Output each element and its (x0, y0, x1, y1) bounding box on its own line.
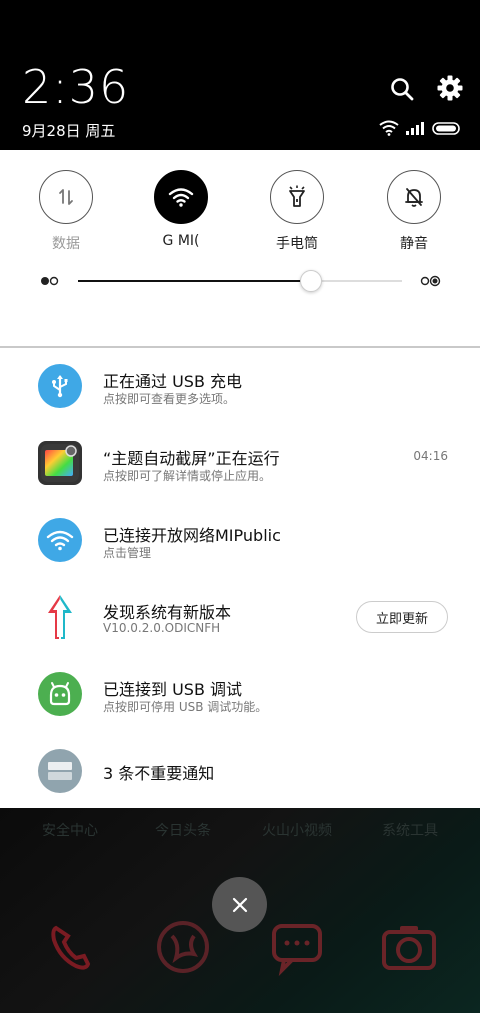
update-arrow-icon (38, 595, 82, 639)
notification-title: 已连接开放网络MIPublic (103, 526, 281, 545)
brightness-high-icon (420, 275, 441, 287)
bell-off-icon (405, 188, 423, 207)
gear-icon[interactable] (436, 74, 464, 102)
usb-icon (38, 364, 82, 408)
toggle-wifi-circle[interactable] (154, 170, 208, 224)
phone-icon[interactable] (42, 918, 100, 976)
toggle-silent-circle[interactable] (387, 170, 441, 224)
notification-list: 正在通过 USB 充电 点按即可查看更多选项。 “主题自动截屏”正在运行 点按即… (0, 348, 480, 808)
status-header: 2:36 9月28日 周五 (0, 0, 480, 150)
brightness-slider-fill (78, 280, 311, 282)
toggle-flashlight[interactable]: 手电筒 (247, 170, 347, 251)
notification-subtitle: V10.0.2.0.ODICNFH (103, 621, 221, 635)
toggle-label: 静音 (400, 236, 428, 251)
notification-title: 3 条不重要通知 (103, 764, 215, 783)
app-label-system-tools[interactable]: 系统工具 (350, 820, 470, 840)
date: 9月28日 周五 (22, 122, 116, 140)
notification-subtitle: 点按即可停用 USB 调试功能。 (103, 700, 268, 714)
app-label-toutiao[interactable]: 今日头条 (123, 820, 243, 840)
notification-time: 04:16 (413, 449, 448, 463)
android-icon (38, 672, 82, 716)
brightness-slider-thumb[interactable] (300, 270, 322, 292)
wifi-icon (38, 518, 82, 562)
toggle-label: G MI( (162, 233, 200, 249)
wifi-status-icon (379, 120, 399, 136)
close-notifications-button[interactable] (212, 877, 267, 932)
notification-subtitle: 点击管理 (103, 546, 152, 560)
notification-title: 发现系统有新版本 (103, 603, 232, 622)
notification-title: 正在通过 USB 充电 (103, 372, 243, 391)
flashlight-icon (289, 185, 305, 207)
notification-unimportant-group[interactable]: 3 条不重要通知 (0, 733, 480, 810)
toggle-label: 数据 (52, 236, 80, 251)
camera-icon[interactable] (380, 918, 438, 976)
notification-subtitle: 点按即可查看更多选项。 (103, 392, 236, 406)
toggle-wifi[interactable]: G MI( (131, 170, 231, 251)
brightness-low-icon (41, 276, 59, 286)
data-arrows-icon (59, 189, 73, 205)
quick-settings-panel: 数据 G MI( 手电筒 静音 (0, 150, 480, 347)
toggle-silent[interactable]: 静音 (364, 170, 464, 251)
notification-wifi-connected[interactable]: 已连接开放网络MIPublic 点击管理 (0, 502, 480, 579)
notification-usb-charging[interactable]: 正在通过 USB 充电 点按即可查看更多选项。 (0, 348, 480, 425)
notification-subtitle: 点按即可了解详情或停止应用。 (103, 469, 272, 483)
app-label-huoshan[interactable]: 火山小视频 (237, 820, 357, 840)
battery-icon (432, 122, 460, 135)
browser-icon[interactable] (154, 918, 212, 976)
app-label-security[interactable]: 安全中心 (10, 820, 130, 840)
toggle-label: 手电筒 (276, 236, 318, 251)
clock: 2:36 (22, 60, 130, 114)
notification-system-update[interactable]: 发现系统有新版本 V10.0.2.0.ODICNFH 立即更新 (0, 579, 480, 656)
toggle-mobile-data[interactable]: 数据 (16, 170, 116, 251)
messages-icon[interactable] (268, 918, 326, 976)
cell-signal-icon (406, 122, 424, 135)
brightness-slider[interactable] (78, 270, 402, 292)
screenshot-app-icon (38, 441, 82, 485)
folded-notifications-icon (38, 749, 82, 793)
toggle-mobile-data-circle[interactable] (39, 170, 93, 224)
notification-title: “主题自动截屏”正在运行 (103, 449, 280, 468)
notification-screenshot-app[interactable]: “主题自动截屏”正在运行 点按即可了解详情或停止应用。 04:16 (0, 425, 480, 502)
toggle-flashlight-circle[interactable] (270, 170, 324, 224)
close-icon (232, 897, 247, 912)
search-icon[interactable] (389, 76, 415, 102)
notification-title: 已连接到 USB 调试 (103, 680, 243, 699)
update-now-button[interactable]: 立即更新 (356, 601, 448, 633)
wifi-icon (168, 188, 194, 207)
notification-usb-debugging[interactable]: 已连接到 USB 调试 点按即可停用 USB 调试功能。 (0, 656, 480, 733)
